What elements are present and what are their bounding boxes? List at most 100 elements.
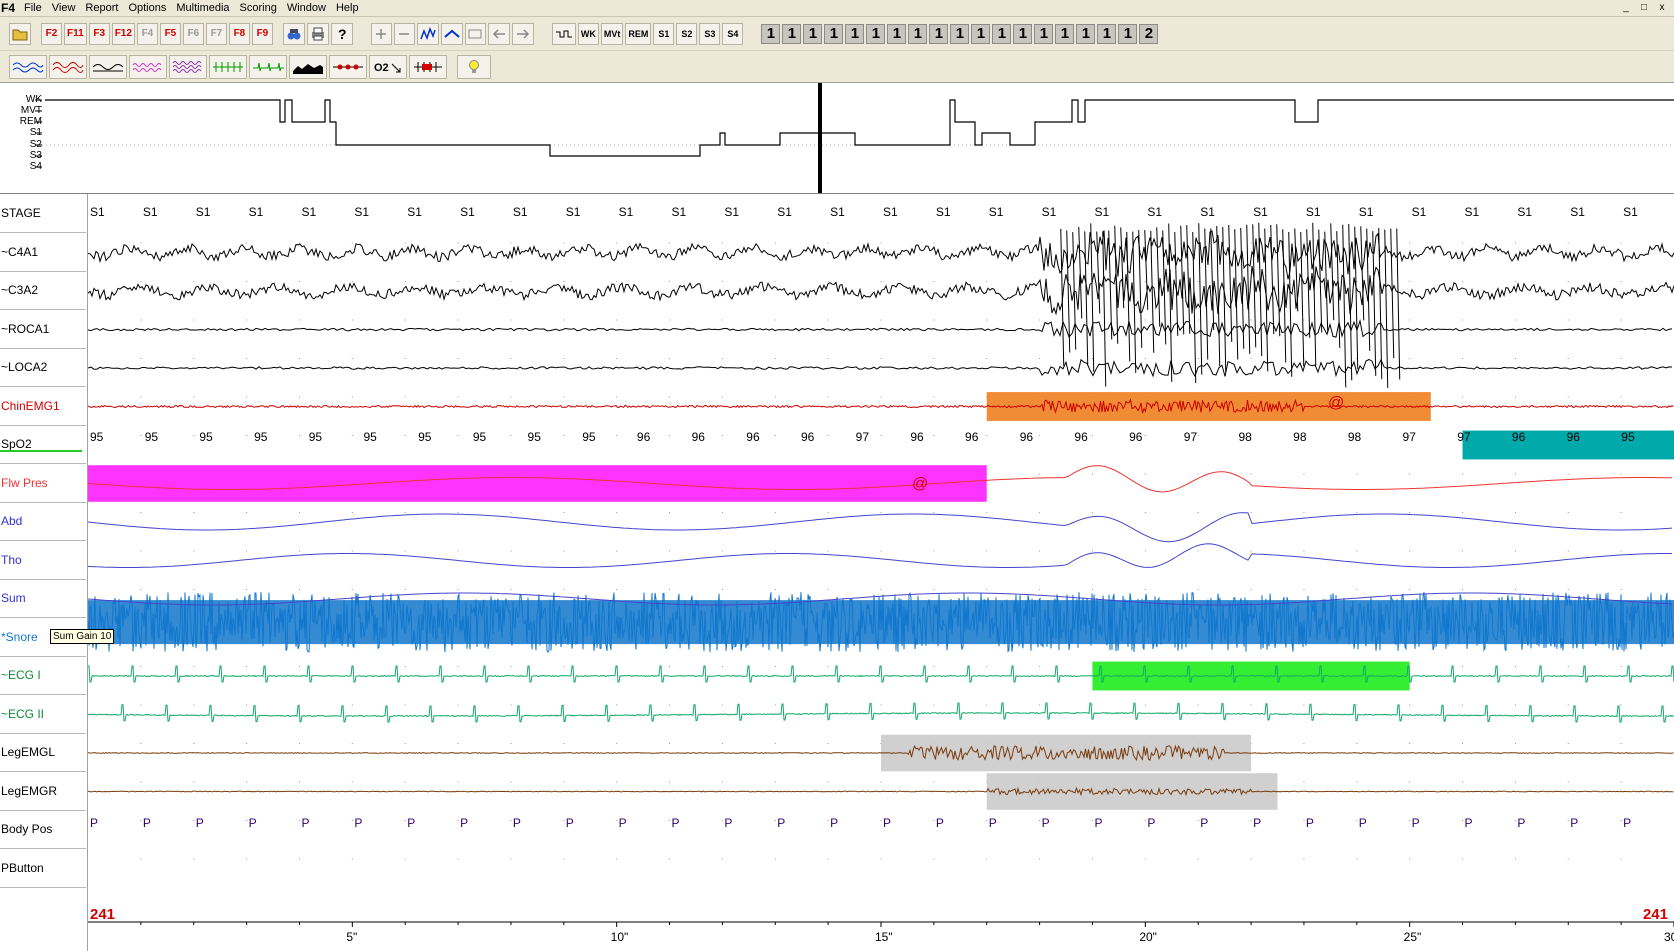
fkey-button-3[interactable]: F12 (111, 22, 135, 45)
channel-label[interactable]: ~C3A2 (0, 271, 86, 310)
body-pos-label: P (513, 816, 521, 830)
help-button[interactable]: ? (330, 22, 353, 45)
stage-button-0[interactable]: WK (577, 22, 599, 45)
body-pos-label: P (1306, 816, 1314, 830)
fkey-button-8[interactable]: F8 (228, 22, 250, 45)
restore-button[interactable]: □ (1636, 1, 1652, 14)
channel-label[interactable]: ChinEMG1 (0, 387, 86, 426)
menu-report[interactable]: Report (80, 2, 123, 14)
ecg2-montage-button[interactable] (249, 54, 287, 79)
stage-button-3[interactable]: S1 (653, 22, 675, 45)
stage-button-5[interactable]: S3 (699, 22, 721, 45)
fkey-button-5[interactable]: F5 (159, 22, 181, 45)
prev-epoch-button[interactable] (487, 22, 510, 45)
next-epoch-button[interactable] (511, 22, 534, 45)
channel-label[interactable]: PButton (0, 849, 86, 888)
channel-label[interactable]: SpO2 (0, 425, 86, 464)
fkey-button-1[interactable]: F11 (64, 22, 87, 45)
fkey-button-4[interactable]: F4 (136, 22, 158, 45)
body-pos-label: P (830, 816, 838, 830)
eog-montage-button[interactable] (49, 54, 87, 79)
body-pos-label: P (883, 816, 891, 830)
channel-label[interactable]: LegEMGL (0, 733, 86, 772)
gain-up-button[interactable] (416, 22, 439, 45)
channel-label[interactable]: Abd (0, 502, 86, 541)
stage-label: S1 (1465, 205, 1480, 219)
menu-options[interactable]: Options (123, 2, 171, 14)
body-pos-label: P (143, 816, 151, 830)
channel-label[interactable]: ~C4A1 (0, 233, 86, 272)
hypnogram-plot[interactable] (0, 83, 1674, 193)
spo2-montage-button[interactable] (289, 54, 327, 79)
channel-label[interactable]: ~ROCA1 (0, 310, 86, 349)
o2-montage-button[interactable]: O2 (369, 54, 407, 79)
time-axis: 5" 10" 15" 20" 25" 30 (88, 921, 1674, 951)
channel-label[interactable]: Tho (0, 541, 86, 580)
epoch-counter-17: 1 (1118, 23, 1138, 44)
eeg-montage-button[interactable] (9, 54, 47, 79)
multi-montage-button[interactable] (169, 54, 207, 79)
menu-window[interactable]: Window (282, 2, 331, 14)
channel-label[interactable]: STAGE (0, 194, 86, 233)
channel-label[interactable]: Body Pos (0, 810, 86, 849)
menu-help[interactable]: Help (331, 2, 364, 14)
find-button[interactable] (282, 22, 305, 45)
stage-button-4[interactable]: S2 (676, 22, 698, 45)
open-folder-button[interactable] (9, 22, 31, 45)
fkey-button-0[interactable]: F2 (41, 22, 62, 45)
arrow-left-icon (492, 28, 505, 39)
second-grid-row (140, 550, 1622, 552)
zoom-out-button[interactable] (393, 22, 415, 45)
hypnogram-button[interactable] (551, 22, 576, 45)
menu-view[interactable]: View (47, 2, 81, 14)
channel-label[interactable]: Flw Pres (0, 464, 86, 503)
emg-montage-button[interactable] (129, 54, 167, 79)
limb-montage-button[interactable] (329, 54, 367, 79)
event-montage-button[interactable] (409, 54, 447, 79)
body-pos-label: P (1570, 816, 1578, 830)
zoom-in-button[interactable] (370, 22, 392, 45)
hypnogram-panel[interactable]: WK MVT REM S1 S2 S3 S4 (0, 83, 1674, 194)
spo2-value: 95 (418, 430, 432, 444)
fkey-button-9[interactable]: F9 (251, 22, 273, 45)
resp-montage-button[interactable] (89, 54, 127, 79)
channel-label[interactable]: ~ECG I (0, 656, 86, 695)
fkey-button-6[interactable]: F6 (182, 22, 204, 45)
ecg-montage-button[interactable] (209, 54, 247, 79)
tips-button[interactable] (457, 54, 491, 79)
signal-trace-area[interactable]: S1 S1 S1 S1 S1 S1 S1 S1 S1 S1 S1 S1 S1 S1 S1 S1 S1 S1 S1 S1… (88, 194, 1674, 921)
fkey-button-7[interactable]: F7 (205, 22, 227, 45)
stage-button-group: WK MVt REM S1 S2 S3 S4 (577, 22, 745, 45)
body-pos-label: P (1042, 816, 1050, 830)
epoch-counter-2: 1 (803, 23, 823, 44)
menu-scoring[interactable]: Scoring (235, 2, 282, 14)
window-controls: _ □ x (1618, 1, 1670, 14)
gain-down-button[interactable] (440, 22, 463, 45)
menu-multimedia[interactable]: Multimedia (171, 2, 234, 14)
body-pos-label: P (1517, 816, 1525, 830)
menu-file[interactable]: File (19, 2, 47, 14)
minimize-button[interactable]: _ (1618, 1, 1634, 14)
window-button[interactable] (464, 22, 486, 45)
channel-label[interactable]: Sum (0, 579, 86, 618)
green-grid-icon (213, 61, 243, 72)
print-button[interactable] (306, 22, 329, 45)
spo2-value: 98 (1348, 430, 1362, 444)
stage-button-6[interactable]: S4 (722, 22, 744, 45)
close-button[interactable]: x (1654, 1, 1670, 14)
channel-label[interactable]: ~LOCA2 (0, 348, 86, 387)
stage-button-2[interactable]: REM (625, 22, 652, 45)
body-pos-label: P (1623, 816, 1631, 830)
red-dots-icon (333, 64, 363, 69)
stage-label: S1 (1570, 205, 1585, 219)
fkey-button-2[interactable]: F3 (88, 22, 110, 45)
arousal-event-marker[interactable]: @ (1328, 395, 1344, 412)
channel-label[interactable]: ~ECG II (0, 695, 86, 734)
spo2-value: 96 (692, 430, 706, 444)
apnea-event-marker[interactable]: @ (912, 476, 928, 493)
stage-button-1[interactable]: MVt (600, 22, 624, 45)
spo2-value: 97 (856, 430, 870, 444)
channel-label[interactable]: LegEMGR (0, 772, 86, 811)
spo2-indicator-bar (0, 450, 82, 452)
body-pos-label: P (1200, 816, 1208, 830)
